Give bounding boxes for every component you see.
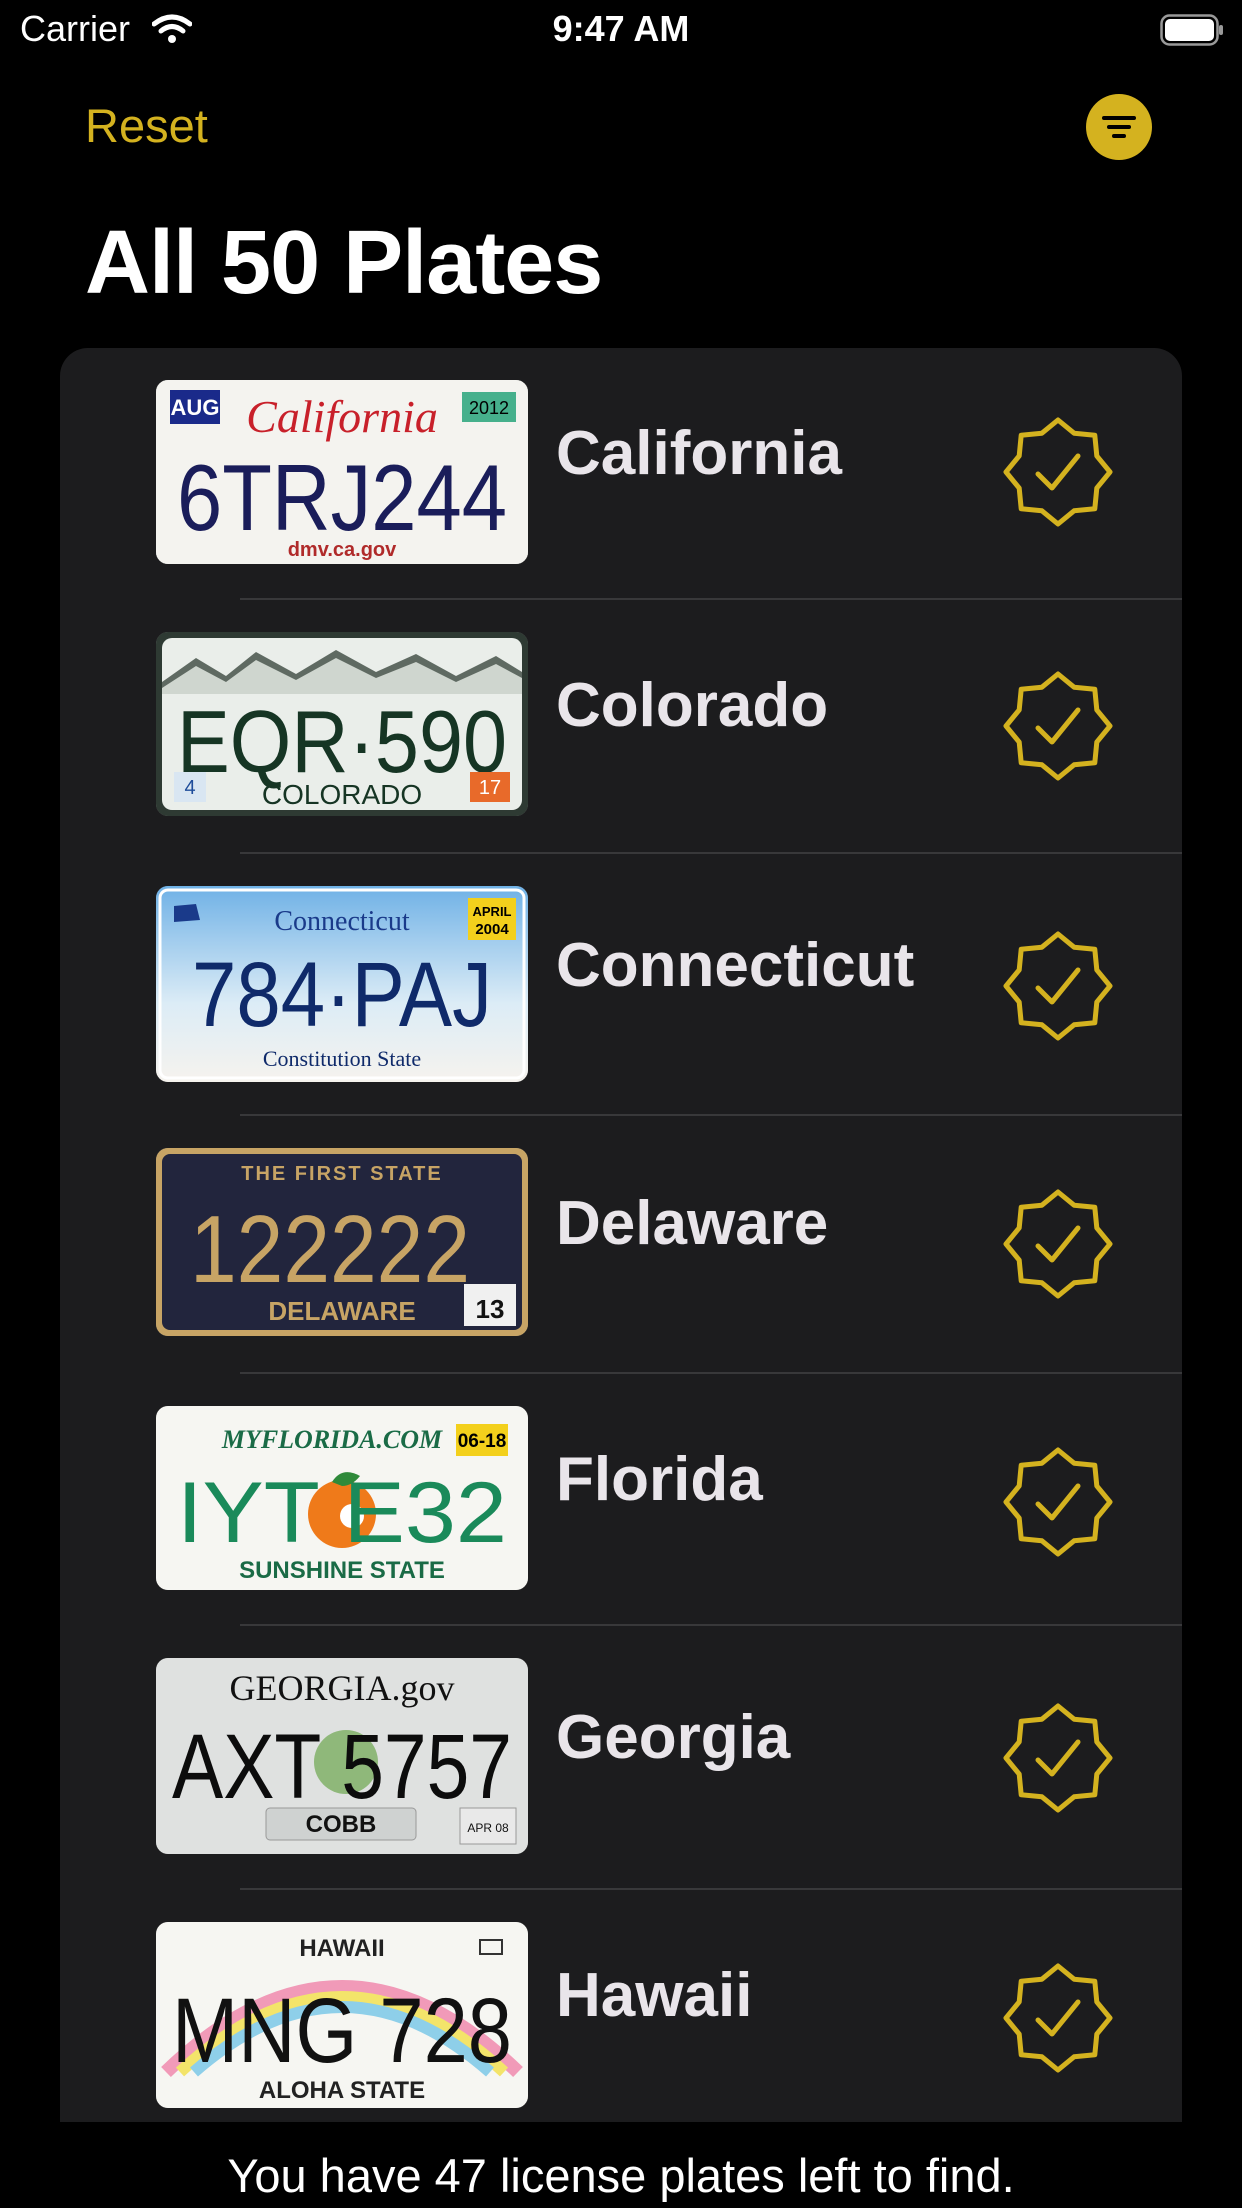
plate-month: AUG	[171, 395, 220, 420]
plate-image: MYFLORIDA.COM 06-18 IYT E32 SUNSHINE STA…	[156, 1406, 528, 1590]
plate-header: California	[246, 391, 438, 442]
list-item-florida[interactable]: MYFLORIDA.COM 06-18 IYT E32 SUNSHINE STA…	[60, 1374, 1182, 1626]
plate-header: GEORGIA.gov	[230, 1668, 455, 1708]
plate-image: HAWAII MNG 728 ALOHA STATE	[156, 1922, 528, 2108]
list-item-hawaii[interactable]: HAWAII MNG 728 ALOHA STATE Hawaii	[60, 1890, 1182, 2122]
found-check-badge-icon	[1002, 1962, 1114, 2074]
plate-footer: Constitution State	[263, 1046, 421, 1071]
plate-footer: dmv.ca.gov	[288, 539, 397, 561]
list-item-colorado[interactable]: EQR·590 4 COLORADO 17 Colorado	[60, 600, 1182, 854]
plate-image: GEORGIA.gov AXT 5757 COBB APR 08	[156, 1658, 528, 1854]
state-name: Hawaii	[556, 1961, 753, 2030]
state-name: Florida	[556, 1445, 763, 1514]
plate-year: APR 08	[467, 1821, 509, 1835]
plate-image: THE FIRST STATE 122222 DELAWARE 13	[156, 1148, 528, 1336]
plate-number: 784·PAJ	[192, 944, 492, 1046]
found-check-badge-icon	[1002, 930, 1114, 1042]
state-name: Colorado	[556, 671, 829, 740]
plate-header: Connecticut	[274, 906, 410, 937]
plate-year: 2004	[475, 921, 509, 938]
plate-month: APRIL	[473, 904, 512, 919]
filter-button[interactable]	[1086, 94, 1152, 160]
reset-button[interactable]: Reset	[85, 98, 208, 153]
plate-footer: COLORADO	[262, 779, 422, 810]
list-item-connecticut[interactable]: Connecticut APRIL 2004 784·PAJ Constitut…	[60, 854, 1182, 1116]
plate-number: AXT 5757	[172, 1716, 512, 1818]
page-title: All 50 Plates	[85, 213, 603, 313]
plate-number: IYT E32	[177, 1465, 507, 1561]
plate-header: MYFLORIDA.COM	[221, 1425, 443, 1454]
status-time: 9:47 AM	[552, 8, 690, 49]
plate-image: Connecticut APRIL 2004 784·PAJ Constitut…	[156, 886, 528, 1082]
state-name: California	[556, 419, 842, 488]
plate-footer: ALOHA STATE	[259, 2077, 425, 2104]
plate-year: 17	[479, 777, 501, 799]
plate-year: 06-18	[458, 1431, 507, 1452]
plate-footer: COBB	[306, 1811, 377, 1838]
found-check-badge-icon	[1002, 1446, 1114, 1558]
found-check-badge-icon	[1002, 1702, 1114, 1814]
list-item-georgia[interactable]: GEORGIA.gov AXT 5757 COBB APR 08 Georgia	[60, 1626, 1182, 1890]
state-name: Delaware	[556, 1189, 829, 1258]
found-check-badge-icon	[1002, 416, 1114, 528]
plates-list: AUG California 2012 6TRJ244 dmv.ca.gov C…	[60, 348, 1182, 2122]
plate-image: AUG California 2012 6TRJ244 dmv.ca.gov	[156, 380, 528, 564]
state-name: Connecticut	[556, 931, 915, 1000]
list-item-california[interactable]: AUG California 2012 6TRJ244 dmv.ca.gov C…	[60, 348, 1182, 600]
plate-image: EQR·590 4 COLORADO 17	[156, 632, 528, 816]
state-name: Georgia	[556, 1703, 791, 1772]
plate-number: 122222	[190, 1196, 470, 1303]
plate-year: 2012	[469, 398, 509, 418]
found-check-badge-icon	[1002, 1188, 1114, 1300]
plate-header: HAWAII	[299, 1935, 384, 1962]
found-check-badge-icon	[1002, 670, 1114, 782]
battery-icon	[1160, 14, 1224, 46]
plate-month: 4	[184, 777, 195, 799]
list-item-delaware[interactable]: THE FIRST STATE 122222 DELAWARE 13 Delaw…	[60, 1116, 1182, 1374]
status-bar: Carrier 9:47 AM	[0, 0, 1242, 62]
filter-icon	[1102, 116, 1136, 138]
plate-header: THE FIRST STATE	[241, 1163, 442, 1185]
plate-footer: DELAWARE	[268, 1296, 415, 1326]
plate-number: 6TRJ244	[177, 445, 507, 550]
plate-number: EQR·590	[177, 692, 507, 791]
plate-number: MNG 728	[172, 1980, 512, 2082]
plate-year: 13	[476, 1294, 505, 1324]
plate-footer: SUNSHINE STATE	[239, 1557, 445, 1584]
plates-remaining-label: You have 47 license plates left to find.	[227, 2149, 1015, 2202]
